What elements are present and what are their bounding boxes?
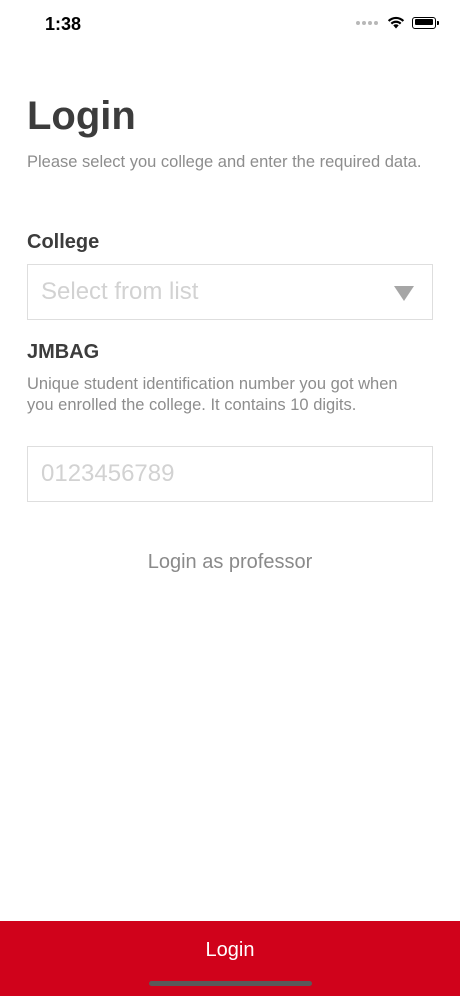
wifi-icon: [387, 16, 405, 29]
college-label: College: [27, 231, 100, 253]
status-time: 1:38: [45, 14, 82, 34]
status-bar: 1:38: [0, 0, 460, 50]
home-indicator[interactable]: [149, 981, 312, 986]
cellular-signal-icon: [356, 20, 378, 25]
chevron-down-icon: [394, 286, 414, 301]
jmbag-field-container: [27, 446, 433, 502]
page-title: Login: [27, 94, 136, 138]
jmbag-input[interactable]: [41, 460, 381, 488]
college-select[interactable]: Select from list: [27, 264, 433, 320]
page-subtitle: Please select you college and enter the …: [27, 153, 422, 171]
college-select-placeholder: Select from list: [41, 278, 199, 305]
status-icons: [356, 16, 439, 29]
jmbag-description: Unique student identification number you…: [27, 375, 398, 414]
battery-icon: [412, 16, 439, 29]
jmbag-label: JMBAG: [27, 341, 100, 363]
login-button-label: Login: [205, 939, 255, 961]
login-as-professor-link[interactable]: Login as professor: [0, 551, 460, 574]
